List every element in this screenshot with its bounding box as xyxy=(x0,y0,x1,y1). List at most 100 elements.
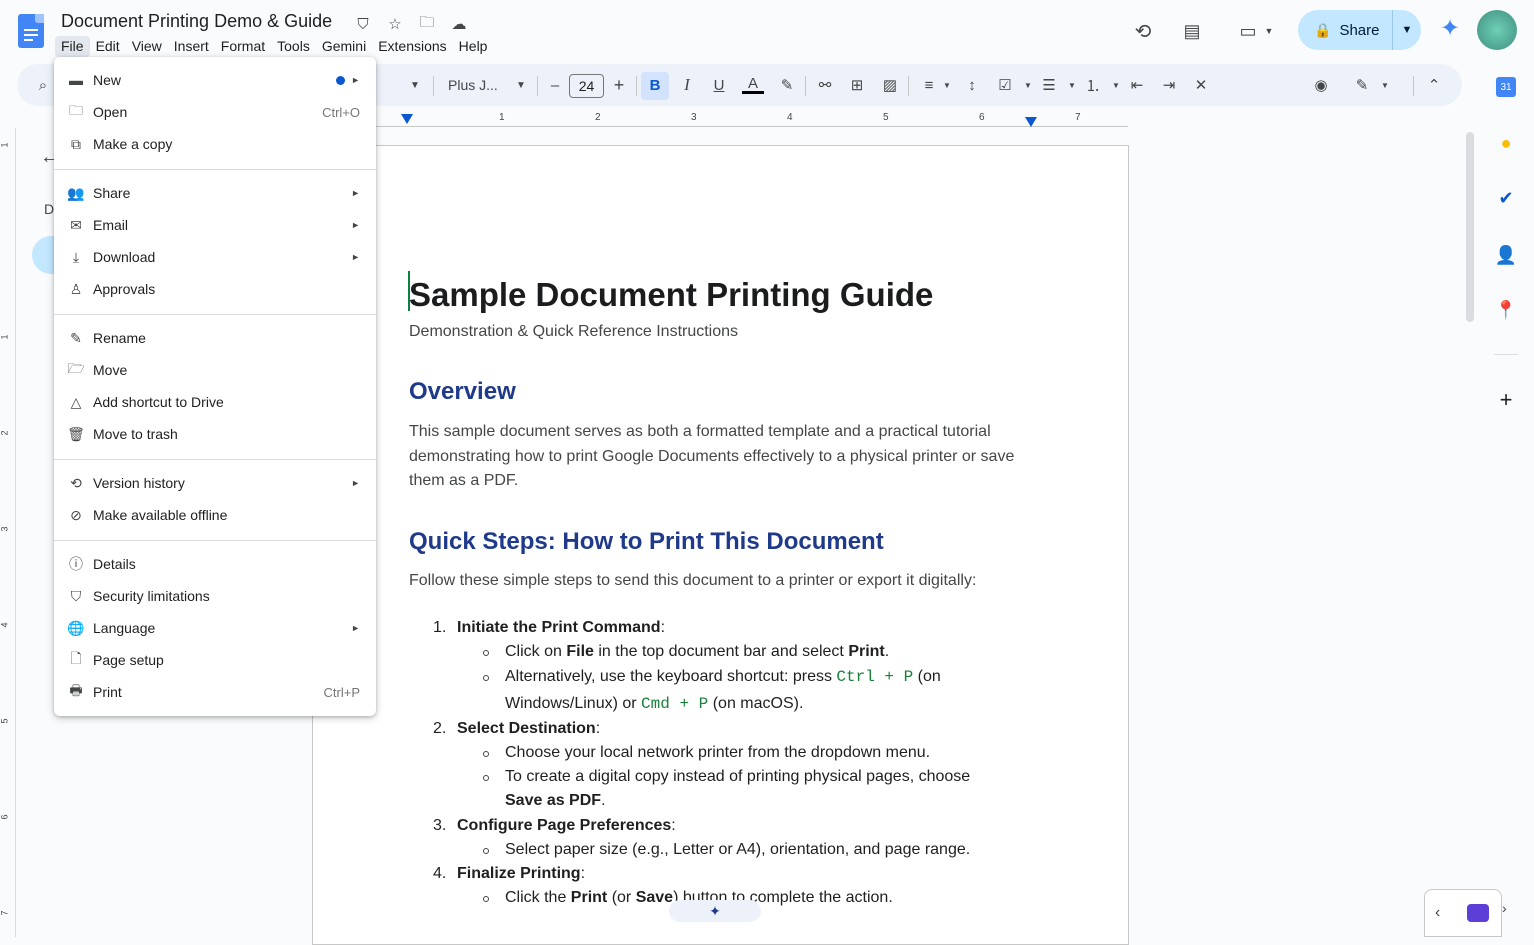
ruler-number: 4 xyxy=(787,112,793,123)
horizontal-ruler[interactable] xyxy=(376,126,1128,127)
video-call-dropdown-icon[interactable]: ▼ xyxy=(1262,19,1276,43)
menu-item-add-shortcut[interactable]: △ Add shortcut to Drive xyxy=(54,386,376,418)
add-addon-icon[interactable]: + xyxy=(1496,387,1516,412)
menu-item-version-history[interactable]: ⟲ Version history ► xyxy=(54,467,376,499)
comment-icon[interactable]: ▤ xyxy=(1180,19,1204,43)
tasks-icon[interactable]: ✔ xyxy=(1496,188,1516,208)
move-folder-icon[interactable]: 🗀 xyxy=(416,14,438,34)
scrollbar[interactable] xyxy=(1466,132,1474,322)
printer-icon: 🖶 xyxy=(69,682,83,698)
decrease-font-size-button[interactable]: – xyxy=(545,74,565,96)
menu-item-approvals[interactable]: ♙ Approvals xyxy=(54,273,376,305)
steps-intro: Follow these simple steps to send this d… xyxy=(409,572,977,589)
menu-extensions[interactable]: Extensions xyxy=(372,36,452,57)
collapse-toolbar-icon[interactable]: ⌃ xyxy=(1424,74,1444,96)
menu-gemini[interactable]: Gemini xyxy=(316,36,372,57)
add-comment-icon[interactable]: ⊞ xyxy=(847,74,867,96)
step-title: Finalize Printing: xyxy=(457,865,586,882)
menu-item-rename[interactable]: ✎ Rename xyxy=(54,322,376,354)
menu-item-print[interactable]: 🖶 Print Ctrl+P xyxy=(54,676,376,708)
gemini-chat-icon[interactable] xyxy=(1467,904,1489,922)
menu-item-security-limitations[interactable]: ⛉ Security limitations xyxy=(54,580,376,612)
chevron-right-icon[interactable]: › xyxy=(1502,900,1507,916)
checklist-dropdown-icon[interactable]: ▼ xyxy=(1018,74,1038,96)
cloud-saved-icon[interactable]: ☁ xyxy=(448,14,470,34)
menu-item-open[interactable]: 🗀 Open Ctrl+O xyxy=(54,96,376,128)
font-name[interactable]: Plus J... xyxy=(448,74,498,96)
file-menu: ▬ New ► 🗀 Open Ctrl+O ⧉ Make a copy 👥 Sh… xyxy=(54,57,376,716)
maps-icon[interactable]: 📍 xyxy=(1495,300,1517,320)
style-dropdown-icon[interactable]: ▼ xyxy=(405,74,425,96)
ruler-number: 7 xyxy=(1075,112,1081,123)
numbered-list-icon[interactable]: ⒈ xyxy=(1083,74,1103,96)
star-icon[interactable]: ☆ xyxy=(384,14,406,34)
checklist-icon[interactable]: ☑ xyxy=(995,74,1015,96)
chevron-left-icon[interactable]: ‹ xyxy=(1435,904,1440,922)
link-icon[interactable]: ⚯ xyxy=(815,74,835,96)
menu-item-label: Rename xyxy=(93,330,146,346)
increase-font-size-button[interactable]: + xyxy=(609,74,629,96)
menu-item-page-setup[interactable]: 🗋 Page setup xyxy=(54,644,376,676)
text-color-button[interactable]: A xyxy=(741,74,765,96)
menu-item-details[interactable]: ⓘ Details xyxy=(54,548,376,580)
bulleted-list-dropdown-icon[interactable]: ▼ xyxy=(1062,74,1082,96)
menu-item-download[interactable]: ⤓ Download ► xyxy=(54,241,376,273)
menu-help[interactable]: Help xyxy=(453,36,494,57)
menu-format[interactable]: Format xyxy=(215,36,271,57)
insert-image-icon[interactable]: ▨ xyxy=(880,74,900,96)
menu-item-make-copy[interactable]: ⧉ Make a copy xyxy=(54,128,376,160)
menu-file[interactable]: File xyxy=(55,36,90,57)
font-size-input[interactable]: 24 xyxy=(569,74,604,98)
bold-button[interactable]: B xyxy=(641,72,669,100)
security-shield-icon[interactable]: ⛉ xyxy=(352,14,374,34)
menu-view[interactable]: View xyxy=(126,36,168,57)
menu-edit[interactable]: Edit xyxy=(90,36,126,57)
align-icon[interactable]: ≡ xyxy=(919,74,939,96)
numbered-list-dropdown-icon[interactable]: ▼ xyxy=(1106,74,1126,96)
font-dropdown-icon[interactable]: ▼ xyxy=(511,74,531,96)
gemini-assist-pill[interactable]: ✦ xyxy=(669,900,761,922)
menu-item-share[interactable]: 👥 Share ► xyxy=(54,177,376,209)
line-spacing-icon[interactable]: ↕ xyxy=(962,74,982,96)
menu-item-email[interactable]: ✉ Email ► xyxy=(54,209,376,241)
menu-item-move[interactable]: 🗁 Move xyxy=(54,354,376,386)
video-call-icon[interactable]: ▭ xyxy=(1236,19,1260,43)
underline-button[interactable]: U xyxy=(709,74,729,96)
italic-button[interactable]: I xyxy=(677,74,697,96)
overview-text: This sample document serves as both a fo… xyxy=(409,423,1015,489)
document-page[interactable]: Sample Document Printing Guide Demonstra… xyxy=(312,145,1129,945)
history-icon[interactable]: ⟲ xyxy=(1131,19,1155,43)
menu-item-label: Make a copy xyxy=(93,136,173,152)
menu-item-language[interactable]: 🌐 Language ► xyxy=(54,612,376,644)
increase-indent-icon[interactable]: ⇥ xyxy=(1159,74,1179,96)
step-detail: Save as PDF. xyxy=(505,792,606,809)
menu-insert[interactable]: Insert xyxy=(168,36,215,57)
calendar-icon[interactable]: 31 xyxy=(1496,77,1516,97)
contacts-icon[interactable]: 👤 xyxy=(1495,245,1517,265)
editing-mode-dropdown-icon[interactable]: ▼ xyxy=(1375,74,1395,96)
menu-item-new[interactable]: ▬ New ► xyxy=(54,64,376,96)
menu-item-offline[interactable]: ⊘ Make available offline xyxy=(54,499,376,531)
trash-icon: 🗑 xyxy=(67,425,85,442)
gemini-star-icon[interactable]: ✦ xyxy=(1437,16,1463,42)
menu-tools[interactable]: Tools xyxy=(271,36,316,57)
menu-item-move-to-trash[interactable]: 🗑 Move to trash xyxy=(54,418,376,450)
avatar[interactable] xyxy=(1477,10,1517,50)
document-title[interactable]: Document Printing Demo & Guide xyxy=(61,11,332,32)
bulleted-list-icon[interactable]: ☰ xyxy=(1039,74,1059,96)
search-icon[interactable]: ⌕ xyxy=(33,74,53,96)
share-button[interactable]: 🔒 Share ▼ xyxy=(1298,10,1421,50)
left-indent-marker-icon[interactable] xyxy=(401,114,413,124)
share-dropdown-icon[interactable]: ▼ xyxy=(1393,24,1421,36)
side-chat-box[interactable]: ‹ xyxy=(1424,889,1502,937)
align-dropdown-icon[interactable]: ▼ xyxy=(937,74,957,96)
editing-mode-icon[interactable]: ✎ xyxy=(1352,74,1372,96)
docs-logo-icon[interactable] xyxy=(18,14,44,48)
menu-item-label: Add shortcut to Drive xyxy=(93,394,224,410)
voice-typing-icon[interactable]: ◉ xyxy=(1311,74,1331,96)
highlight-icon[interactable]: ✎ xyxy=(777,74,797,96)
bullet-icon xyxy=(483,751,489,757)
decrease-indent-icon[interactable]: ⇤ xyxy=(1127,74,1147,96)
keep-icon[interactable]: ● xyxy=(1496,133,1516,153)
clear-formatting-icon[interactable]: ✕ xyxy=(1191,74,1211,96)
